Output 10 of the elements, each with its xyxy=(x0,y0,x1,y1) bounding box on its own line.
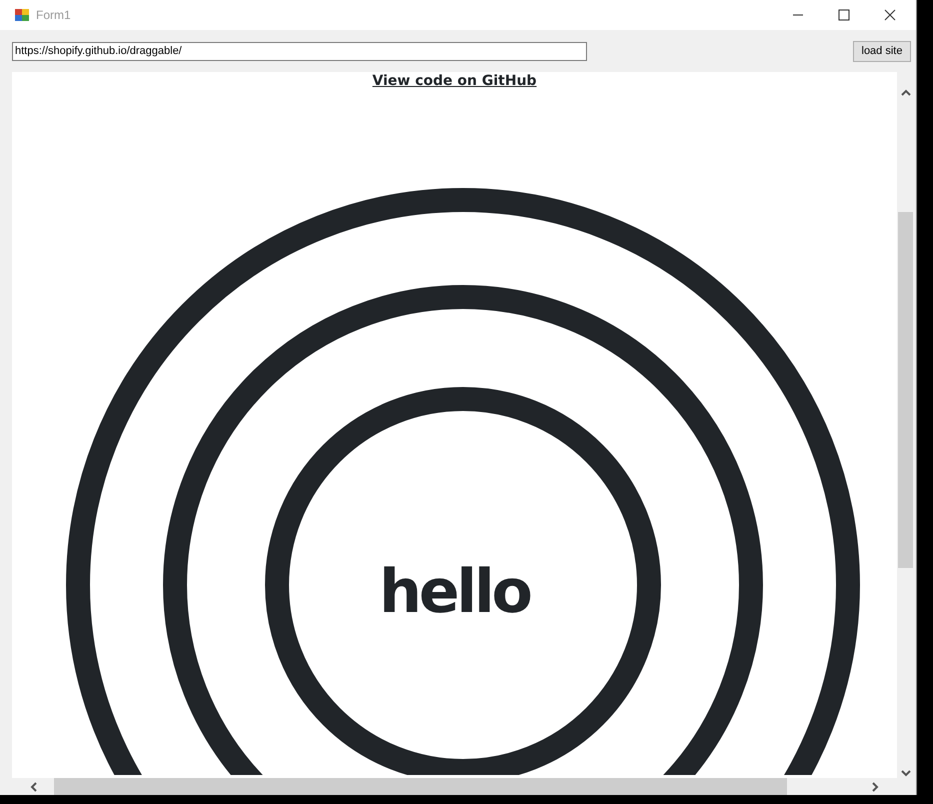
close-icon[interactable] xyxy=(884,9,896,21)
load-site-button[interactable]: load site xyxy=(853,40,911,62)
app-icon xyxy=(14,8,30,22)
vertical-scroll-thumb[interactable] xyxy=(898,212,913,568)
horizontal-scroll-thumb[interactable] xyxy=(54,778,787,795)
hello-heading: hello xyxy=(378,557,532,627)
maximize-icon[interactable] xyxy=(838,9,850,21)
address-field[interactable]: https://shopify.github.io/draggable/ xyxy=(12,42,587,60)
window-title: Form1 xyxy=(36,8,71,22)
github-link[interactable]: View code on GitHub xyxy=(372,73,537,90)
